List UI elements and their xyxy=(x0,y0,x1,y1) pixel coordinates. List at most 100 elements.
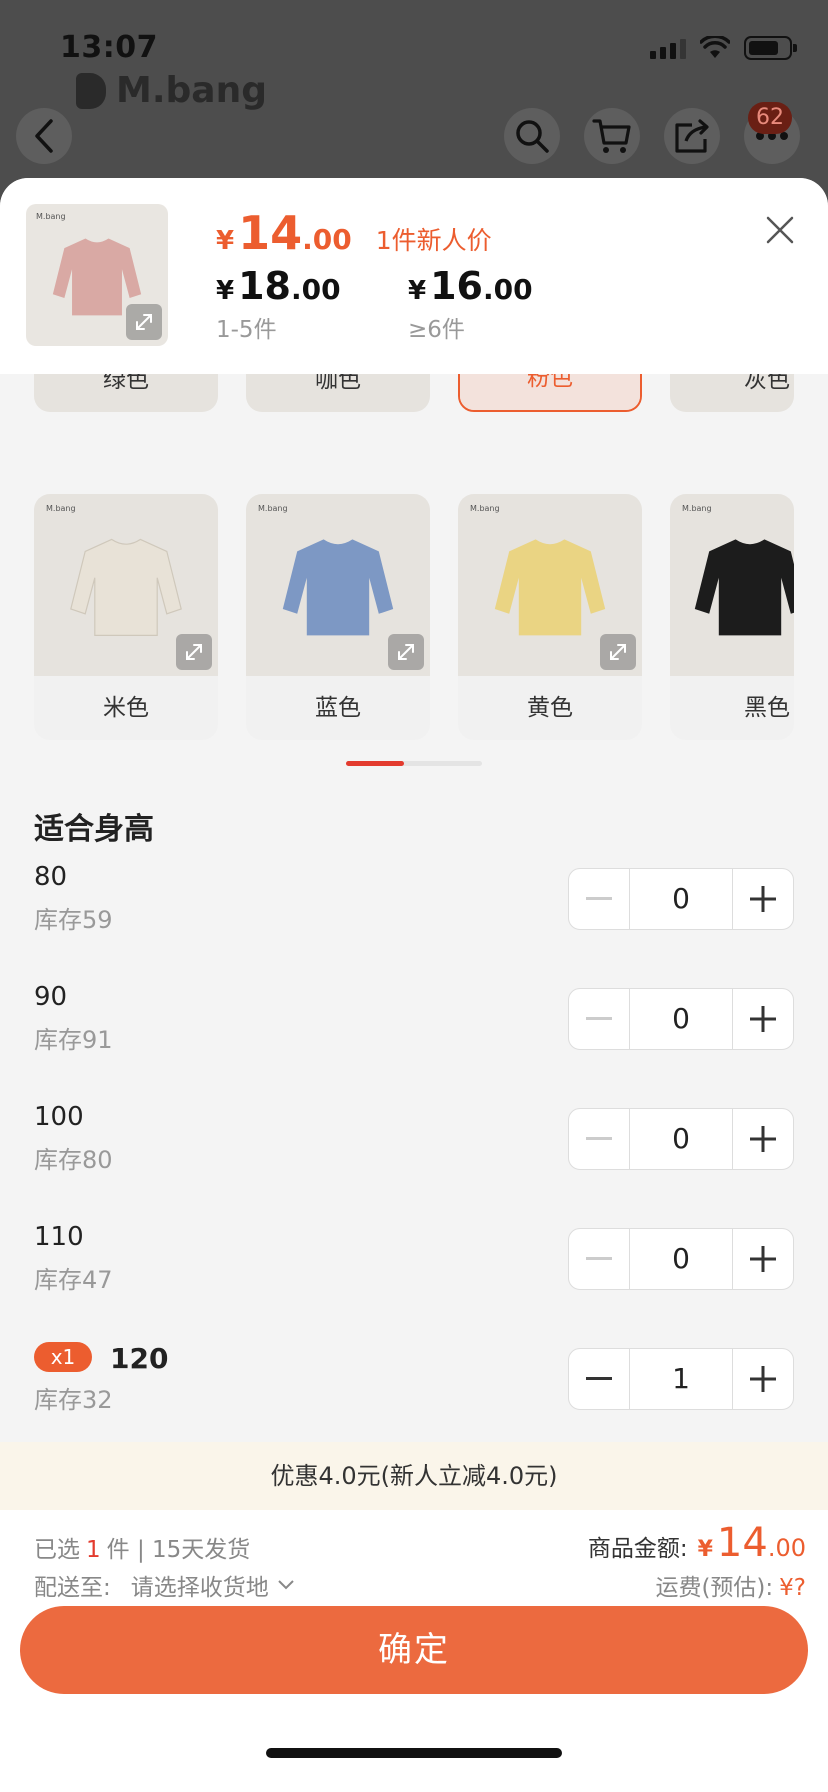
quantity-value[interactable]: 1 xyxy=(629,1349,733,1409)
size-stock: 库存47 xyxy=(34,1266,113,1294)
expand-icon xyxy=(610,644,626,660)
expand-button[interactable] xyxy=(176,634,212,670)
quantity-stepper: 0 xyxy=(568,868,794,930)
shipping-value: ¥? xyxy=(779,1575,806,1601)
expand-icon xyxy=(398,644,414,660)
increment-button[interactable] xyxy=(733,1349,793,1409)
price-tier: ¥ 18 .00 1-5件 xyxy=(216,264,341,344)
expand-button[interactable] xyxy=(388,634,424,670)
chevron-left-icon xyxy=(35,119,53,153)
selected-quantity-badge: x1 xyxy=(34,1342,92,1372)
color-option-black[interactable]: M.bang 黑色 xyxy=(670,494,794,740)
minus-icon xyxy=(586,1017,612,1020)
decrement-button[interactable] xyxy=(569,1349,629,1409)
plus-icon xyxy=(750,886,776,912)
close-button[interactable] xyxy=(762,212,798,248)
shipping-fee: 运费(预估): ¥? xyxy=(655,1568,806,1602)
color-option-blue[interactable]: M.bang 蓝色 xyxy=(246,494,430,740)
selected-count: 1 xyxy=(86,1537,101,1563)
discount-banner: 优惠4.0元(新人立减4.0元) xyxy=(0,1442,828,1510)
status-time: 13:07 xyxy=(60,30,158,65)
size-row: 110 库存47 0 xyxy=(34,1222,794,1302)
promo-label: 1件新人价 xyxy=(375,226,492,255)
size-stock: 库存32 xyxy=(34,1386,113,1414)
quantity-stepper: 1 xyxy=(568,1348,794,1410)
amount-decimal: .00 xyxy=(767,1534,806,1562)
expand-button[interactable] xyxy=(126,304,162,340)
battery-icon xyxy=(744,36,797,60)
tier-price-integer: 18 xyxy=(238,264,291,308)
color-option-beige[interactable]: M.bang 米色 xyxy=(34,494,218,740)
shirt-image xyxy=(282,539,394,636)
currency-symbol: ¥ xyxy=(697,1537,713,1562)
color-option-label: 蓝色 xyxy=(315,695,361,721)
currency-symbol: ¥ xyxy=(216,276,235,306)
quantity-stepper: 0 xyxy=(568,1108,794,1170)
tier-price-decimal: .00 xyxy=(482,273,533,306)
confirm-button[interactable]: 确定 xyxy=(20,1606,808,1694)
sku-selector-sheet: M.bang ¥ 14 .00 1件新人价 ¥ 18 .00 1-5件 ¥ 16… xyxy=(0,178,828,1792)
tier-quantity-label: ≥6件 xyxy=(408,317,465,343)
ship-to-value: 请选择收货地 xyxy=(130,1575,269,1601)
decrement-button[interactable] xyxy=(569,1229,629,1289)
price-integer: 14 xyxy=(238,206,303,260)
back-button[interactable] xyxy=(16,108,72,164)
chevron-down-icon xyxy=(278,1580,294,1590)
increment-button[interactable] xyxy=(733,869,793,929)
message-count-badge: 62 xyxy=(748,102,792,134)
background-page: 13:07 M.bang 62 xyxy=(0,0,828,200)
decrement-button[interactable] xyxy=(569,869,629,929)
brand-logo: M.bang xyxy=(76,70,267,111)
color-option-yellow[interactable]: M.bang 黄色 xyxy=(458,494,642,740)
expand-icon xyxy=(136,314,152,330)
search-button[interactable] xyxy=(504,108,560,164)
currency-symbol: ¥ xyxy=(216,226,235,256)
quantity-stepper: 0 xyxy=(568,988,794,1050)
size-value: 90 xyxy=(34,982,68,1012)
size-value: 110 xyxy=(34,1222,84,1252)
quantity-value[interactable]: 0 xyxy=(629,989,733,1049)
shirt-image xyxy=(494,539,606,636)
home-indicator xyxy=(266,1748,562,1758)
currency-symbol: ¥ xyxy=(408,276,427,306)
shirt-image xyxy=(694,539,794,636)
color-option-label: 黑色 xyxy=(744,695,790,721)
amount-label: 商品金额: xyxy=(587,1536,688,1562)
plus-icon xyxy=(750,1366,776,1392)
share-icon xyxy=(675,119,709,153)
quantity-value[interactable]: 0 xyxy=(629,1109,733,1169)
shirt-image xyxy=(70,538,182,636)
size-stock: 库存91 xyxy=(34,1026,113,1054)
price-decimal: .00 xyxy=(302,223,352,256)
color-option-label: 米色 xyxy=(103,695,149,721)
share-button[interactable] xyxy=(664,108,720,164)
product-thumbnail[interactable]: M.bang xyxy=(26,204,168,346)
quantity-stepper: 0 xyxy=(568,1228,794,1290)
plus-icon xyxy=(750,1006,776,1032)
decrement-button[interactable] xyxy=(569,1109,629,1169)
minus-icon xyxy=(586,1377,612,1380)
size-stock: 库存80 xyxy=(34,1146,113,1174)
shipping-address-selector[interactable]: 配送至: 请选择收货地 xyxy=(34,1568,295,1602)
quantity-value[interactable]: 0 xyxy=(629,869,733,929)
order-summary: 已选 1 件 | 15天发货 配送至: 请选择收货地 商品金额: ¥ 14 .00 … xyxy=(0,1510,828,1792)
expand-button[interactable] xyxy=(600,634,636,670)
decrement-button[interactable] xyxy=(569,989,629,1049)
plus-icon xyxy=(750,1246,776,1272)
search-icon xyxy=(516,120,549,153)
increment-button[interactable] xyxy=(733,1109,793,1169)
cart-button[interactable] xyxy=(584,108,640,164)
selected-summary: 已选 1 件 | 15天发货 xyxy=(34,1530,250,1564)
size-row: 80 库存59 0 xyxy=(34,862,794,942)
color-option-label: 黄色 xyxy=(527,695,573,721)
increment-button[interactable] xyxy=(733,989,793,1049)
increment-button[interactable] xyxy=(733,1229,793,1289)
status-icons xyxy=(650,36,797,60)
price-tier: ¥ 16 .00 ≥6件 xyxy=(408,264,533,344)
size-value: 120 xyxy=(110,1342,169,1375)
quantity-value[interactable]: 0 xyxy=(629,1229,733,1289)
size-section-title: 适合身高 xyxy=(34,812,154,847)
ship-to-label: 配送至: xyxy=(34,1575,111,1601)
expand-icon xyxy=(186,644,202,660)
size-row: x1 120 库存32 1 xyxy=(34,1342,794,1422)
